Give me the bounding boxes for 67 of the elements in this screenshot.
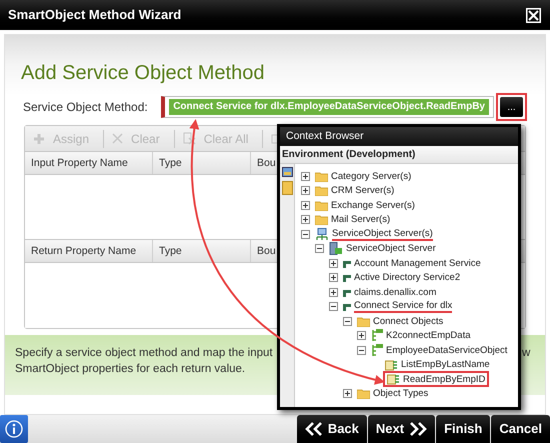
wizard-button[interactable]: Back [296, 415, 367, 443]
tree-item[interactable]: Mail Server(s) [331, 214, 390, 226]
expand-icon[interactable] [357, 331, 366, 340]
tree-item[interactable]: Active Directory Service2 [354, 272, 460, 284]
folder-icon [357, 388, 370, 400]
tree-item[interactable]: Connect Objects [373, 316, 444, 327]
folder-icon [315, 170, 328, 182]
tree-item[interactable]: claims.denallix.com [354, 286, 436, 298]
double-chevron-right-icon [409, 422, 428, 436]
collapse-icon[interactable] [343, 316, 352, 326]
close-icon [112, 133, 124, 144]
wizard-button[interactable]: Next [368, 415, 436, 443]
browse-button[interactable]: ... [500, 97, 523, 117]
hint-text: Specify a service object method and map the input [15, 346, 273, 361]
column-header[interactable]: Return Property Name [25, 240, 153, 262]
expand-icon[interactable] [301, 200, 310, 210]
field-label: Service Object Method: [23, 99, 149, 116]
popup-title: Context Browser [286, 128, 364, 144]
folder-icon [315, 185, 328, 196]
column-header[interactable]: Input Property Name [25, 152, 153, 174]
tree-item[interactable]: ListEmpByLastName [401, 359, 490, 370]
tree-item[interactable]: Connect Service for dlx [354, 300, 452, 314]
column-header[interactable]: Type [153, 152, 251, 174]
environment-header: Environment (Development) [282, 148, 416, 162]
collapse-icon[interactable] [357, 346, 366, 355]
expand-icon[interactable] [329, 288, 338, 297]
object-icon [371, 329, 383, 342]
column-header[interactable]: Type [153, 240, 251, 262]
hint-text: SmartObject properties for each return value. [15, 362, 246, 377]
tree-item[interactable]: Account Management Service [354, 258, 481, 269]
object-icon [371, 344, 383, 357]
folder-icon [315, 214, 328, 226]
image-icon[interactable] [282, 167, 292, 177]
expand-icon[interactable] [301, 186, 310, 196]
collapse-icon[interactable] [315, 244, 324, 254]
expand-icon[interactable] [329, 273, 338, 282]
double-chevron-left-icon [304, 422, 323, 436]
wizard-button[interactable]: Finish [436, 415, 490, 443]
document-cross-icon [182, 132, 196, 145]
expand-icon[interactable] [329, 258, 338, 268]
wizard-button[interactable]: Cancel [491, 415, 550, 443]
expand-icon[interactable] [301, 172, 310, 181]
window-title: SmartObject Method Wizard [8, 6, 182, 24]
tree-item[interactable]: Exchange Server(s) [331, 200, 415, 211]
hint-text: w [522, 346, 530, 361]
collapse-icon[interactable] [329, 302, 338, 312]
tree-item[interactable]: ServiceObject Server(s) [332, 228, 433, 241]
collapse-icon[interactable] [301, 230, 310, 239]
plus-icon [33, 132, 45, 144]
page-heading: Add Service Object Method [21, 61, 266, 85]
folder-icon [357, 316, 370, 327]
info-icon [5, 420, 23, 438]
method-icon [387, 373, 400, 386]
expand-icon[interactable] [343, 389, 352, 398]
server-icon [329, 242, 343, 256]
method-icon [385, 358, 398, 371]
tree-item[interactable]: Category Server(s) [331, 170, 412, 182]
tree-item[interactable]: EmployeeDataServiceObject [386, 344, 508, 356]
network-icon [315, 228, 329, 241]
tree-item[interactable]: ServiceObject Server [346, 243, 436, 254]
tree-item[interactable]: K2connectEmpData [386, 330, 470, 342]
info-button[interactable] [0, 415, 28, 443]
folder-icon [315, 200, 328, 211]
tree-item[interactable]: CRM Server(s) [331, 185, 394, 196]
tree-item[interactable]: Object Types [373, 388, 428, 400]
expand-icon[interactable] [301, 215, 310, 224]
close-icon[interactable] [525, 6, 542, 24]
